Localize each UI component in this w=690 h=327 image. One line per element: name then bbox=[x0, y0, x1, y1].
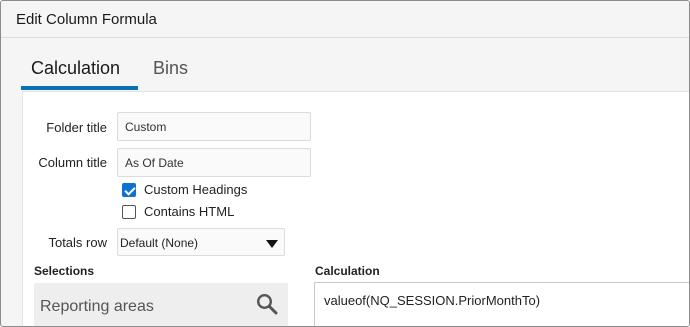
tab-bar: Calculation Bins bbox=[1, 39, 689, 91]
reporting-areas-search[interactable]: Reporting areas bbox=[34, 283, 288, 326]
active-tab-indicator bbox=[21, 86, 138, 90]
custom-headings-label[interactable]: Custom Headings bbox=[144, 182, 247, 197]
reporting-areas-label: Reporting areas bbox=[40, 298, 154, 315]
folder-title-label: Folder title bbox=[46, 120, 107, 135]
calculation-editor[interactable]: valueof(NQ_SESSION.PriorMonthTo) bbox=[314, 282, 689, 326]
search-icon[interactable] bbox=[256, 293, 278, 315]
column-title-input[interactable] bbox=[117, 148, 311, 177]
totals-row-selected-value: Default (None) bbox=[120, 236, 199, 250]
custom-headings-checkbox[interactable] bbox=[122, 183, 136, 197]
calculation-formula[interactable]: valueof(NQ_SESSION.PriorMonthTo) bbox=[324, 293, 540, 308]
folder-title-input[interactable] bbox=[117, 112, 311, 141]
totals-row-select[interactable]: Default (None) bbox=[117, 228, 285, 256]
selections-heading: Selections bbox=[34, 264, 95, 278]
tab-bins[interactable]: Bins bbox=[153, 58, 188, 79]
dialog-title: Edit Column Formula bbox=[16, 11, 157, 28]
calculation-heading: Calculation bbox=[315, 264, 380, 278]
contains-html-label[interactable]: Contains HTML bbox=[144, 204, 234, 219]
contains-html-checkbox[interactable] bbox=[122, 205, 136, 219]
totals-row-label: Totals row bbox=[48, 235, 107, 250]
dialog-title-bar[interactable]: Edit Column Formula bbox=[1, 1, 689, 38]
tab-calculation[interactable]: Calculation bbox=[31, 58, 120, 79]
edit-column-formula-dialog: Edit Column Formula Calculation Bins Fol… bbox=[0, 0, 690, 327]
column-title-label: Column title bbox=[38, 155, 107, 170]
caret-down-icon[interactable] bbox=[266, 240, 278, 248]
